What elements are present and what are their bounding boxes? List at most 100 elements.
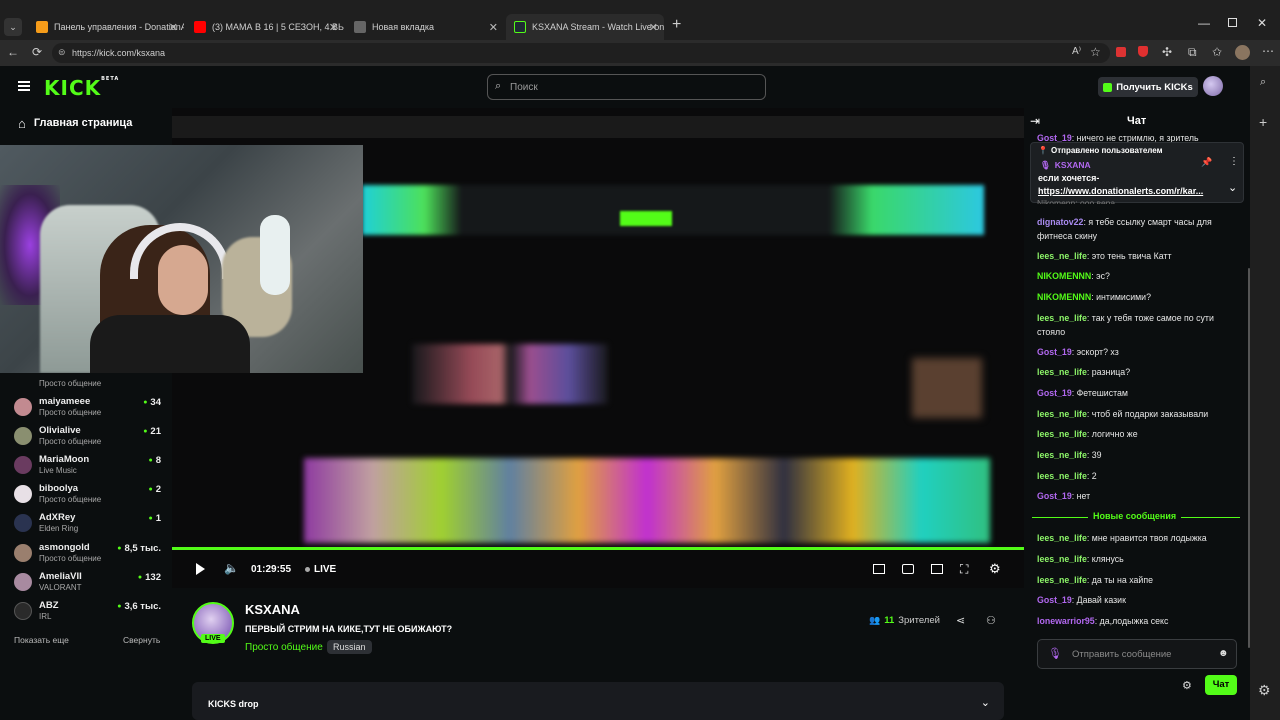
browser-tab-kick[interactable]: KSXANA Stream - Watch Live on K ✕ — [506, 14, 664, 40]
chat-username[interactable]: lees_ne_life — [1037, 450, 1087, 460]
pinned-expand-chevron-icon[interactable]: ⌄ — [1228, 181, 1237, 194]
theater-mode-icon[interactable] — [931, 564, 943, 574]
fullscreen-icon[interactable]: ⛶ — [960, 562, 968, 577]
sidebar-channel-asmongold[interactable]: asmongold Просто общение 8,5 тыс. — [14, 540, 164, 568]
chat-username[interactable]: NIKOMENNN — [1037, 292, 1091, 302]
viewer-count: 8,5 тыс. — [117, 543, 161, 554]
pinned-user[interactable]: 🎙 KSXANA — [1040, 160, 1091, 171]
follow-user-icon[interactable]: ⚇ — [986, 614, 996, 627]
miniplayer-icon[interactable] — [873, 564, 885, 574]
chat-username[interactable]: lees_ne_life — [1037, 533, 1087, 543]
emoji-icon[interactable]: ☻ — [1218, 648, 1229, 659]
send-chat-button[interactable]: Чат — [1205, 675, 1237, 695]
extension-red-icon[interactable] — [1116, 47, 1126, 57]
sidebar-channel-olivialive[interactable]: Olivialive Просто общение 21 — [14, 423, 164, 451]
tab-close-icon[interactable]: ✕ — [329, 21, 338, 34]
browser-tab-new-tab[interactable]: Новая вкладка ✕ — [346, 16, 504, 38]
tab-list-chevron-icon[interactable]: ⌄ — [4, 18, 22, 36]
split-screen-icon[interactable]: ⧉ — [1188, 45, 1197, 60]
chat-username[interactable]: lees_ne_life — [1037, 313, 1087, 323]
more-menu-icon[interactable]: ⋯ — [1262, 44, 1274, 58]
show-more-link[interactable]: Показать еще — [14, 635, 69, 645]
channel-name: MariaMoon — [39, 454, 90, 465]
favorite-star-icon[interactable]: ☆ — [1090, 45, 1101, 59]
kicks-drop-panel[interactable]: KICKS drop ⌄ — [192, 682, 1004, 720]
shield-extension-icon[interactable] — [1138, 46, 1148, 57]
search-icon[interactable]: ⌕ — [1260, 76, 1266, 89]
chat-username[interactable]: Gost_19 — [1037, 491, 1072, 501]
captured-browser-bar — [172, 116, 1024, 138]
play-icon[interactable] — [196, 563, 205, 575]
donationalerts-favicon-icon — [36, 21, 48, 33]
chat-username[interactable]: Gost_19 — [1037, 347, 1072, 357]
pin-toggle-icon[interactable]: 📌 — [1201, 157, 1212, 168]
sidebar-channel-adxrey[interactable]: AdXRey Elden Ring 1 — [14, 510, 164, 538]
share-icon[interactable]: ⋖ — [956, 614, 965, 627]
chat-username[interactable]: lees_ne_life — [1037, 575, 1087, 585]
site-info-icon[interactable]: ⊜ — [58, 47, 66, 58]
chat-input[interactable]: 🎙 Отправить сообщение ☻ — [1037, 639, 1237, 669]
settings-gear-icon[interactable]: ⚙ — [989, 561, 1001, 577]
settings-gear-icon[interactable]: ⚙ — [1258, 682, 1271, 699]
language-tag[interactable]: Russian — [327, 640, 372, 654]
chat-username[interactable]: Gost_19 — [1037, 388, 1072, 398]
add-plus-icon[interactable]: + — [1259, 114, 1267, 130]
volume-icon[interactable]: 🔈 — [224, 561, 239, 575]
channel-name[interactable]: KSXANA — [245, 602, 300, 617]
chat-username[interactable]: NIKOMENNN — [1037, 271, 1091, 281]
window-close-icon[interactable]: ✕ — [1257, 16, 1267, 30]
sidebar-channel-ameliavii[interactable]: AmeliaVII VALORANT 132 — [14, 569, 164, 597]
read-aloud-icon[interactable]: A⁾ — [1072, 46, 1081, 57]
pinned-link[interactable]: https://www.donationalerts.com/r/kar... — [1038, 186, 1222, 196]
chevron-down-icon[interactable]: ⌄ — [981, 696, 990, 709]
browser-tab-youtube[interactable]: (3) МАМА В 16 | 5 СЕЗОН, 4 ВЫП ✕ — [186, 16, 344, 38]
tab-close-icon[interactable]: ✕ — [169, 21, 178, 34]
search-input[interactable]: ⌕ Поиск — [487, 74, 766, 100]
favorites-icon[interactable]: ✩ — [1212, 45, 1222, 59]
browser-tab-donationalerts[interactable]: Панель управления - DonationAle ✕ — [28, 16, 184, 38]
chat-scrollbar[interactable] — [1248, 268, 1250, 648]
sidebar-channel-abz[interactable]: ABZ IRL 3,6 тыс. — [14, 598, 164, 626]
chat-username[interactable]: lees_ne_life — [1037, 429, 1087, 439]
live-dot-icon — [305, 567, 310, 572]
sidebar-channel-maiyameee[interactable]: maiyameee Просто общение 34 — [14, 394, 164, 422]
new-tab-plus-icon[interactable]: + — [672, 16, 681, 34]
hamburger-menu-icon[interactable] — [18, 81, 30, 91]
progress-bar[interactable] — [172, 547, 1024, 550]
user-avatar[interactable] — [1203, 76, 1223, 96]
tab-close-icon[interactable]: ✕ — [649, 21, 658, 34]
url-field[interactable]: ⊜ https://kick.com/ksxana — [52, 43, 1110, 63]
window-minimize-icon[interactable]: — — [1198, 16, 1210, 30]
chat-settings-gear-icon[interactable]: ⚙ — [1182, 679, 1192, 692]
chat-username[interactable]: dignatov22 — [1037, 217, 1083, 227]
viewers-count: 11 — [884, 615, 895, 626]
channel-avatar — [14, 602, 32, 620]
home-link[interactable]: ⌂ Главная страница — [18, 115, 132, 131]
chat-text: 39 — [1091, 450, 1102, 460]
loading-icon[interactable]: ⟳ — [32, 45, 42, 59]
collapse-chat-icon[interactable]: ⇥ — [1030, 114, 1040, 128]
pinned-more-icon[interactable]: ⋮ — [1229, 156, 1239, 167]
chat-username[interactable]: lonewarrior95 — [1037, 616, 1095, 626]
captured-thumbnails — [412, 344, 608, 404]
stream-category-link[interactable]: Просто общение — [245, 642, 323, 653]
microphone-icon[interactable]: 🎙 — [1048, 647, 1062, 660]
chat-username[interactable]: lees_ne_life — [1037, 367, 1087, 377]
chat-username[interactable]: lees_ne_life — [1037, 471, 1087, 481]
sidebar-channel-biboolya[interactable]: biboolya Просто общение 2 — [14, 481, 164, 509]
get-kicks-button[interactable]: Получить KICKs — [1098, 77, 1198, 97]
chat-username[interactable]: lees_ne_life — [1037, 251, 1087, 261]
chat-username[interactable]: lees_ne_life — [1037, 554, 1087, 564]
clip-icon[interactable] — [902, 564, 914, 574]
profile-avatar[interactable] — [1235, 45, 1250, 60]
collapse-link[interactable]: Свернуть — [123, 635, 160, 645]
chat-username[interactable]: lees_ne_life — [1037, 409, 1087, 419]
window-maximize-icon[interactable] — [1228, 18, 1237, 27]
chat-username[interactable]: Gost_19 — [1037, 595, 1072, 605]
sidebar-channel-mariamoon[interactable]: MariaMoon Live Music 8 — [14, 452, 164, 480]
kick-logo[interactable]: KICKBETA — [44, 76, 119, 100]
back-arrow-icon[interactable]: ← — [7, 45, 19, 59]
chat-username[interactable]: Gost_19 — [1037, 133, 1072, 142]
extensions-puzzle-icon[interactable]: ✣ — [1162, 45, 1172, 59]
tab-close-icon[interactable]: ✕ — [489, 21, 498, 34]
